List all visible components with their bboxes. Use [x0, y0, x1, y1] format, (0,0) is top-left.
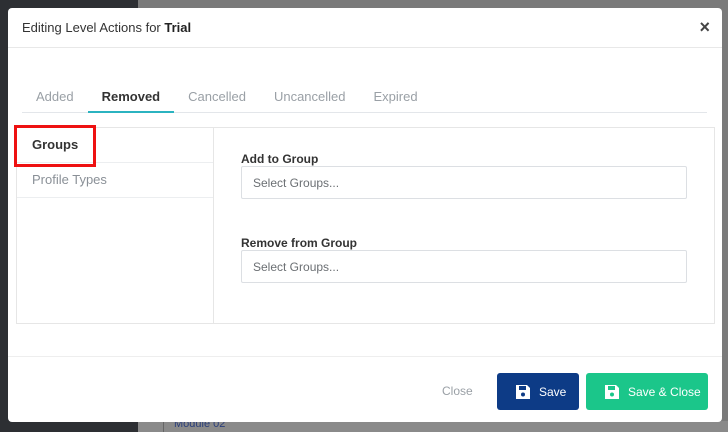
sidebar-empty-area: [17, 198, 213, 323]
close-button[interactable]: Close: [442, 384, 473, 398]
modal-title-level-name: Trial: [164, 20, 192, 35]
modal-header: Editing Level Actions for Trial ×: [8, 8, 722, 48]
save-and-close-button-label: Save & Close: [628, 384, 701, 399]
remove-from-group-select[interactable]: [241, 250, 687, 283]
add-to-group-select[interactable]: [241, 166, 687, 199]
modal-title-prefix: Editing Level Actions for: [22, 20, 165, 35]
tab-uncancelled[interactable]: Uncancelled: [260, 84, 360, 113]
tab-removed[interactable]: Removed: [87, 84, 175, 113]
modal-title: Editing Level Actions for Trial: [22, 20, 191, 35]
background-strip: [138, 421, 728, 432]
remove-from-group-label: Remove from Group: [241, 236, 358, 250]
floppy-disk-icon: [516, 384, 530, 399]
background-divider: [163, 421, 164, 432]
edit-level-actions-modal: Editing Level Actions for Trial × Added …: [8, 8, 722, 422]
tab-expired[interactable]: Expired: [360, 84, 432, 113]
save-button[interactable]: Save: [497, 373, 579, 410]
save-and-close-button[interactable]: Save & Close: [586, 373, 708, 410]
modal-footer: Close Save Save & Close: [8, 356, 722, 422]
actions-panel: Groups Profile Types Add to Group Remove…: [14, 125, 715, 324]
sidebar-item-groups[interactable]: Groups: [17, 128, 213, 163]
save-button-label: Save: [539, 384, 567, 399]
tab-added[interactable]: Added: [22, 84, 88, 113]
action-type-sidebar: Groups Profile Types: [14, 125, 214, 323]
close-icon[interactable]: ×: [699, 17, 710, 37]
floppy-disk-icon: [605, 384, 619, 399]
add-to-group-label: Add to Group: [241, 152, 319, 166]
sidebar-item-profile-types[interactable]: Profile Types: [17, 163, 213, 198]
action-tabs: Added Removed Cancelled Uncancelled Expi…: [22, 84, 707, 113]
tab-cancelled[interactable]: Cancelled: [174, 84, 260, 113]
